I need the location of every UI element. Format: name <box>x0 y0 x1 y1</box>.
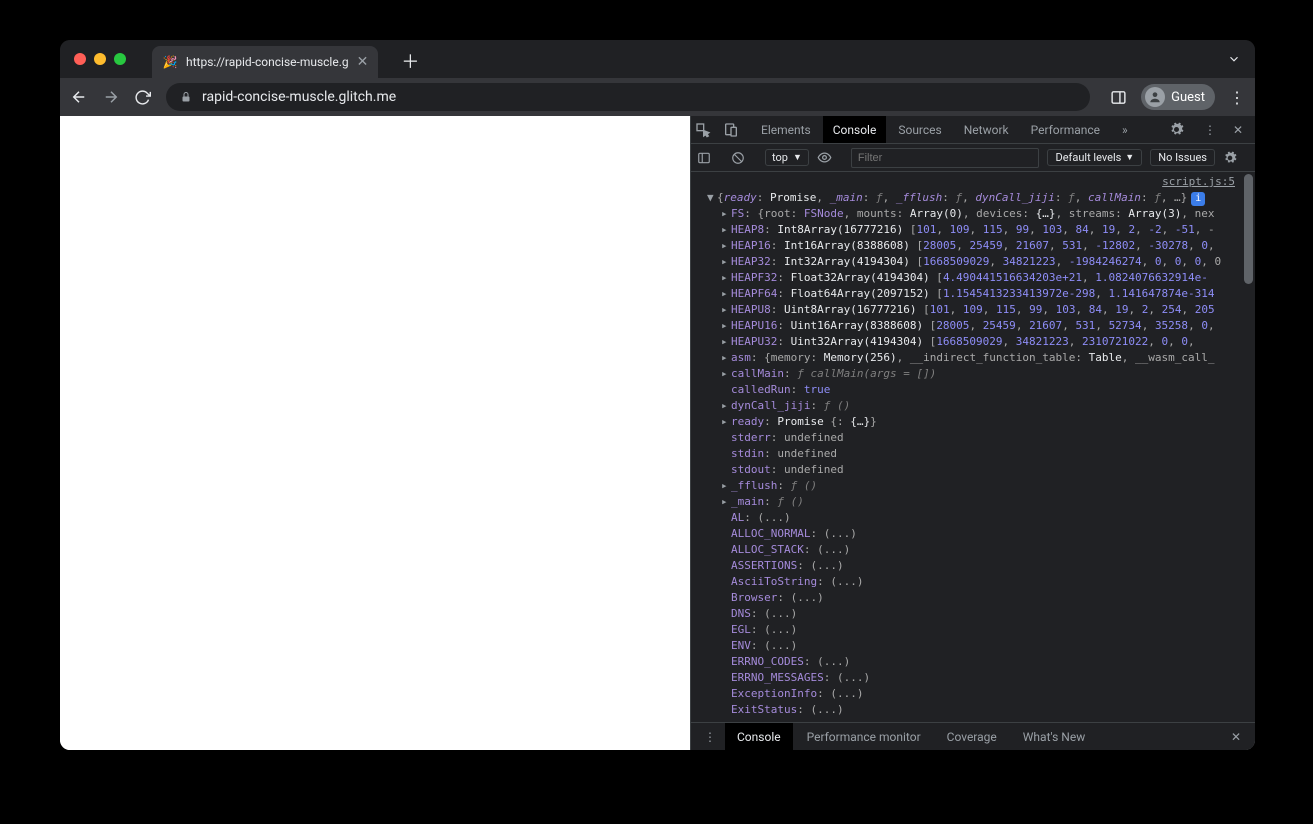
settings-gear-icon[interactable] <box>1169 122 1195 137</box>
content-area: Elements Console Sources Network Perform… <box>60 116 1255 750</box>
object-property-row[interactable]: DNS: (...) <box>691 606 1255 622</box>
tab-title: https://rapid-concise-muscle.g <box>186 55 349 69</box>
object-property-row[interactable]: ALLOC_NORMAL: (...) <box>691 526 1255 542</box>
profile-chip[interactable]: Guest <box>1141 84 1215 110</box>
chevron-down-icon: ▼ <box>1125 152 1134 163</box>
tab-console[interactable]: Console <box>823 116 887 143</box>
traffic-lights <box>74 53 126 65</box>
drawer-tab-whats-new[interactable]: What's New <box>1011 723 1097 750</box>
object-property-row[interactable]: ExitStatus: (...) <box>691 702 1255 718</box>
console-sidebar-toggle-icon[interactable] <box>697 151 723 165</box>
drawer-close-button[interactable]: ✕ <box>1223 730 1249 744</box>
object-property-row[interactable]: ▸_main: ƒ () <box>691 494 1255 510</box>
object-property-row[interactable]: ▸ready: Promise {: {…}} <box>691 414 1255 430</box>
devtools-panel: Elements Console Sources Network Perform… <box>690 116 1255 750</box>
issues-label: No Issues <box>1158 151 1207 164</box>
avatar-icon <box>1145 87 1165 107</box>
object-property-row[interactable]: ASSERTIONS: (...) <box>691 558 1255 574</box>
object-property-row[interactable]: ▸HEAPU32: Uint32Array(4194304) [16685090… <box>691 334 1255 350</box>
chevron-down-icon: ▼ <box>793 152 802 163</box>
tab-elements[interactable]: Elements <box>751 116 821 143</box>
clear-console-icon[interactable] <box>731 151 757 165</box>
window-minimize-button[interactable] <box>94 53 106 65</box>
inspect-element-icon[interactable] <box>695 122 721 138</box>
overflow-menu-button[interactable]: ⋮ <box>1229 88 1245 107</box>
execution-context-selector[interactable]: top ▼ <box>765 149 809 166</box>
context-label: top <box>772 151 788 164</box>
new-tab-button[interactable]: ＋ <box>396 48 424 74</box>
tab-close-button[interactable]: ✕ <box>357 54 369 70</box>
console-toolbar: top ▼ Default levels ▼ No Issues <box>691 144 1255 172</box>
object-property-row[interactable]: ALLOC_STACK: (...) <box>691 542 1255 558</box>
browser-window: 🎉 https://rapid-concise-muscle.g ✕ ＋ rap… <box>60 40 1255 750</box>
reload-button[interactable] <box>134 89 156 106</box>
window-zoom-button[interactable] <box>114 53 126 65</box>
window-close-button[interactable] <box>74 53 86 65</box>
page-viewport <box>60 116 690 750</box>
lock-icon <box>180 91 192 103</box>
live-expression-icon[interactable] <box>817 150 843 165</box>
console-output: script.js:5 ▼{ready: Promise, _main: ƒ, … <box>691 172 1255 722</box>
object-property-row[interactable]: ▸HEAP8: Int8Array(16777216) [101, 109, 1… <box>691 222 1255 238</box>
tab-favicon-icon: 🎉 <box>162 54 178 70</box>
info-badge-icon[interactable]: i <box>1191 192 1205 206</box>
object-property-row[interactable]: calledRun: true <box>691 382 1255 398</box>
profile-label: Guest <box>1171 90 1205 105</box>
object-property-row[interactable]: ▸HEAPF32: Float32Array(4194304) [4.49044… <box>691 270 1255 286</box>
levels-label: Default levels <box>1055 151 1121 164</box>
tab-network[interactable]: Network <box>954 116 1019 143</box>
object-property-row[interactable]: ▸HEAP16: Int16Array(8388608) [28005, 254… <box>691 238 1255 254</box>
tab-performance[interactable]: Performance <box>1021 116 1110 143</box>
devtools-close-button[interactable]: ✕ <box>1225 123 1251 137</box>
address-bar[interactable]: rapid-concise-muscle.glitch.me <box>166 83 1090 111</box>
drawer-menu-icon[interactable]: ⋮ <box>697 730 723 744</box>
object-property-row[interactable]: ▸asm: {memory: Memory(256), __indirect_f… <box>691 350 1255 366</box>
object-property-row[interactable]: ▸HEAPU16: Uint16Array(8388608) [28005, 2… <box>691 318 1255 334</box>
object-property-row[interactable]: ERRNO_MESSAGES: (...) <box>691 670 1255 686</box>
tabs-overflow[interactable]: » <box>1112 116 1138 143</box>
object-property-row[interactable]: AL: (...) <box>691 510 1255 526</box>
object-property-row[interactable]: ▸callMain: ƒ callMain(args = []) <box>691 366 1255 382</box>
object-property-row[interactable]: ▸dynCall_jiji: ƒ () <box>691 398 1255 414</box>
object-property-row[interactable]: ERRNO_CODES: (...) <box>691 654 1255 670</box>
object-header-row[interactable]: ▼{ready: Promise, _main: ƒ, _fflush: ƒ, … <box>691 190 1255 206</box>
devtools-menu-icon[interactable]: ⋮ <box>1197 123 1223 137</box>
object-property-row[interactable]: AsciiToString: (...) <box>691 574 1255 590</box>
object-property-row[interactable]: ENV: (...) <box>691 638 1255 654</box>
drawer-tab-performance-monitor[interactable]: Performance monitor <box>795 723 933 750</box>
devtools-drawer: ⋮ Console Performance monitor Coverage W… <box>691 722 1255 750</box>
devtools-tab-bar: Elements Console Sources Network Perform… <box>691 116 1255 144</box>
scrollbar-thumb[interactable] <box>1244 174 1253 284</box>
object-property-row[interactable]: ▸_fflush: ƒ () <box>691 478 1255 494</box>
object-property-row[interactable]: ExceptionInfo: (...) <box>691 686 1255 702</box>
drawer-tab-coverage[interactable]: Coverage <box>935 723 1009 750</box>
browser-toolbar: rapid-concise-muscle.glitch.me Guest ⋮ <box>60 78 1255 116</box>
device-toggle-icon[interactable] <box>723 122 749 138</box>
object-property-row[interactable]: ▸FS: {root: FSNode, mounts: Array(0), de… <box>691 206 1255 222</box>
object-property-row[interactable]: EGL: (...) <box>691 622 1255 638</box>
browser-tab[interactable]: 🎉 https://rapid-concise-muscle.g ✕ <box>152 46 378 78</box>
side-panel-icon[interactable] <box>1110 89 1127 106</box>
object-property-row[interactable]: stdout: undefined <box>691 462 1255 478</box>
object-property-row[interactable]: ▸HEAPU8: Uint8Array(16777216) [101, 109,… <box>691 302 1255 318</box>
address-url: rapid-concise-muscle.glitch.me <box>202 89 396 105</box>
issues-button[interactable]: No Issues <box>1150 149 1215 166</box>
back-button[interactable] <box>70 88 92 106</box>
log-levels-selector[interactable]: Default levels ▼ <box>1047 149 1142 166</box>
object-property-row[interactable]: stderr: undefined <box>691 430 1255 446</box>
object-property-row[interactable]: ▸HEAPF64: Float64Array(2097152) [1.15454… <box>691 286 1255 302</box>
drawer-tab-console[interactable]: Console <box>725 723 793 750</box>
console-settings-gear-icon[interactable] <box>1223 151 1249 165</box>
object-property-row[interactable]: Browser: (...) <box>691 590 1255 606</box>
object-property-row[interactable]: ▸HEAP32: Int32Array(4194304) [1668509029… <box>691 254 1255 270</box>
console-filter-input[interactable] <box>851 148 1040 168</box>
window-caret-icon[interactable] <box>1227 52 1241 66</box>
tab-sources[interactable]: Sources <box>888 116 951 143</box>
object-property-row[interactable]: stdin: undefined <box>691 446 1255 462</box>
source-link[interactable]: script.js:5 <box>691 172 1255 190</box>
forward-button[interactable] <box>102 88 124 106</box>
tab-strip: 🎉 https://rapid-concise-muscle.g ✕ ＋ <box>60 40 1255 78</box>
